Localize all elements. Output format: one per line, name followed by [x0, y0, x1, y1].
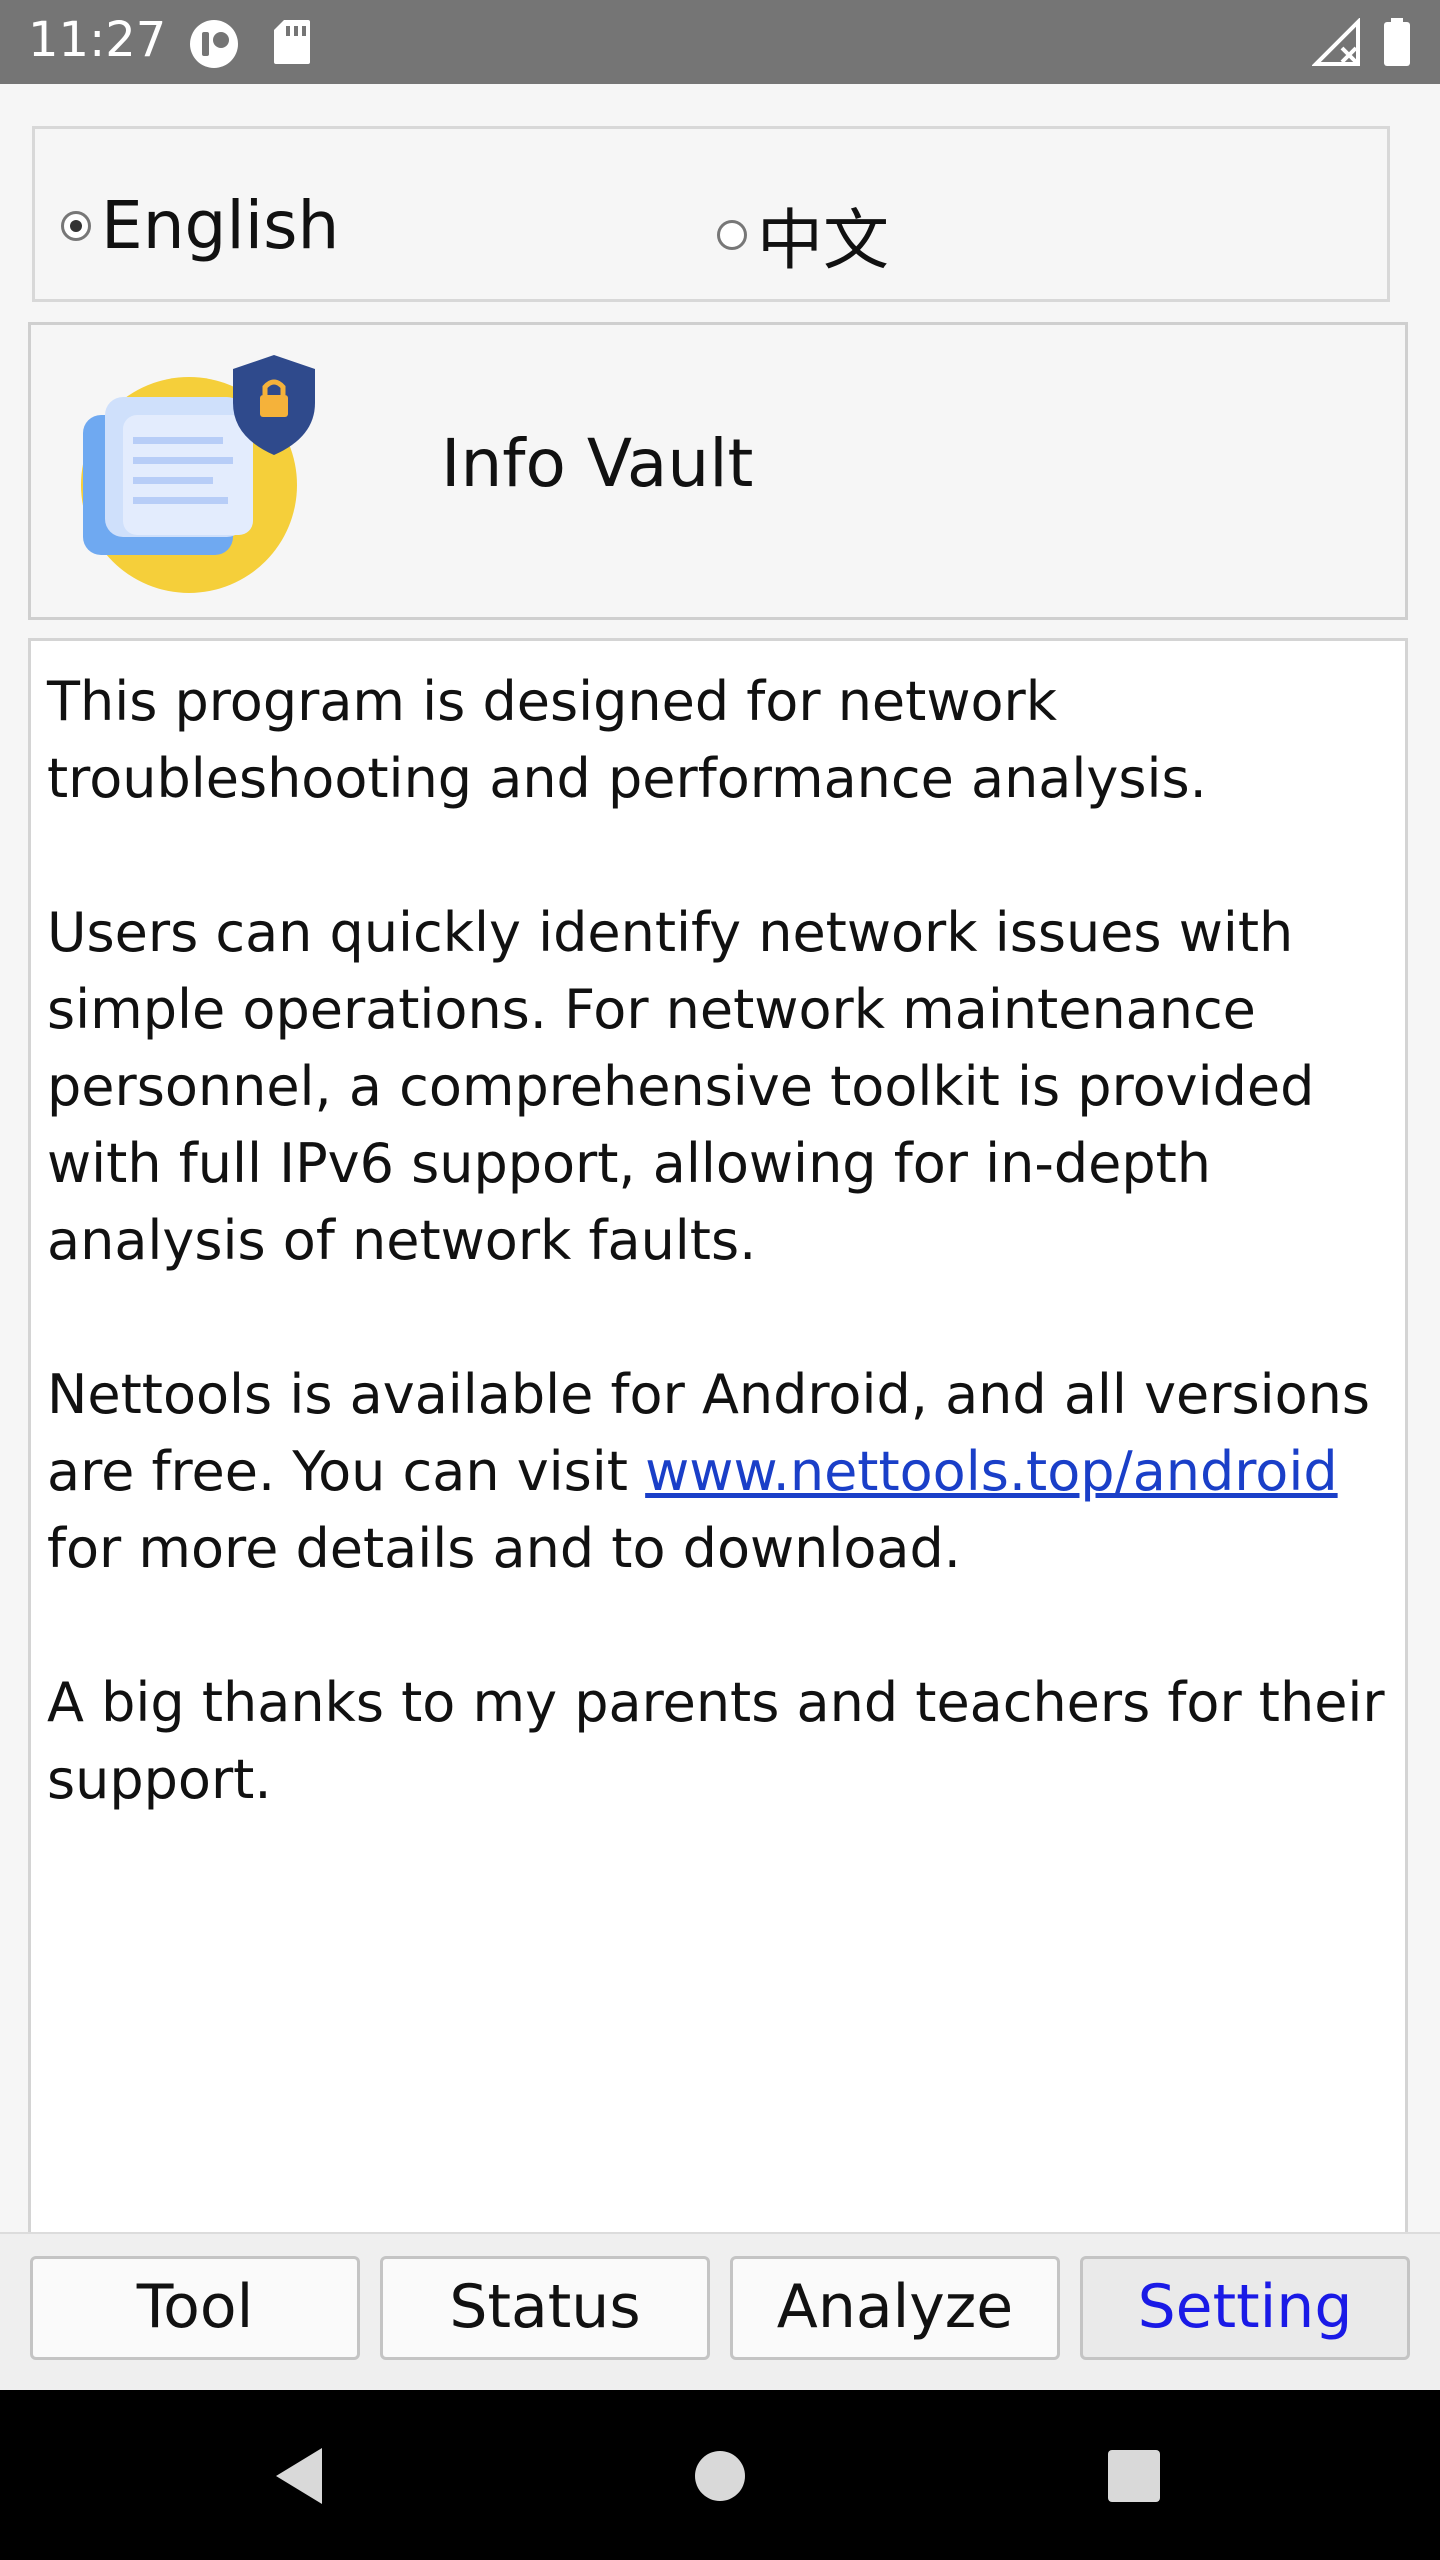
radio-chinese[interactable]: 中文: [717, 187, 889, 283]
radio-checked-icon: [61, 210, 91, 241]
app-header: Info Vault: [28, 322, 1408, 620]
sd-card-icon: [274, 20, 310, 64]
paragraph-availability: Nettools is available for Android, and a…: [47, 1356, 1389, 1587]
battery-icon: [1384, 18, 1410, 66]
radio-chinese-label: 中文: [757, 202, 889, 279]
about-text-area: This program is designed for network tro…: [28, 638, 1408, 2238]
back-icon[interactable]: [270, 2444, 330, 2508]
tab-status[interactable]: Status: [380, 2256, 710, 2360]
radio-english[interactable]: English: [61, 187, 339, 264]
radio-unchecked-icon: [717, 220, 747, 250]
radio-english-label: English: [101, 187, 340, 264]
document-shield-icon: [81, 355, 315, 593]
home-icon[interactable]: [694, 2450, 746, 2502]
no-signal-icon: [1312, 18, 1360, 66]
tab-tool[interactable]: Tool: [30, 2256, 360, 2360]
status-bar: 11:27: [0, 0, 1440, 84]
paragraph-features: Users can quickly identify network issue…: [47, 901, 1315, 1272]
tab-analyze[interactable]: Analyze: [730, 2256, 1060, 2360]
status-time: 11:27: [28, 12, 167, 68]
tab-setting[interactable]: Setting: [1080, 2256, 1410, 2360]
recents-icon[interactable]: [1108, 2450, 1160, 2502]
bottom-tab-bar: Tool Status Analyze Setting: [0, 2232, 1440, 2392]
availability-text-end: for more details and to download.: [47, 1517, 961, 1580]
app-title: Info Vault: [441, 425, 754, 502]
language-selector: English 中文: [32, 126, 1390, 302]
paragraph-purpose: This program is designed for network tro…: [47, 670, 1207, 810]
navigation-bar: [0, 2390, 1440, 2560]
sync-icon: [190, 20, 238, 68]
app-content: English 中文 Info Vault This program is de…: [0, 84, 1440, 2392]
paragraph-thanks: A big thanks to my parents and teachers …: [47, 1671, 1385, 1811]
nettools-link[interactable]: www.nettools.top/android: [645, 1440, 1337, 1503]
